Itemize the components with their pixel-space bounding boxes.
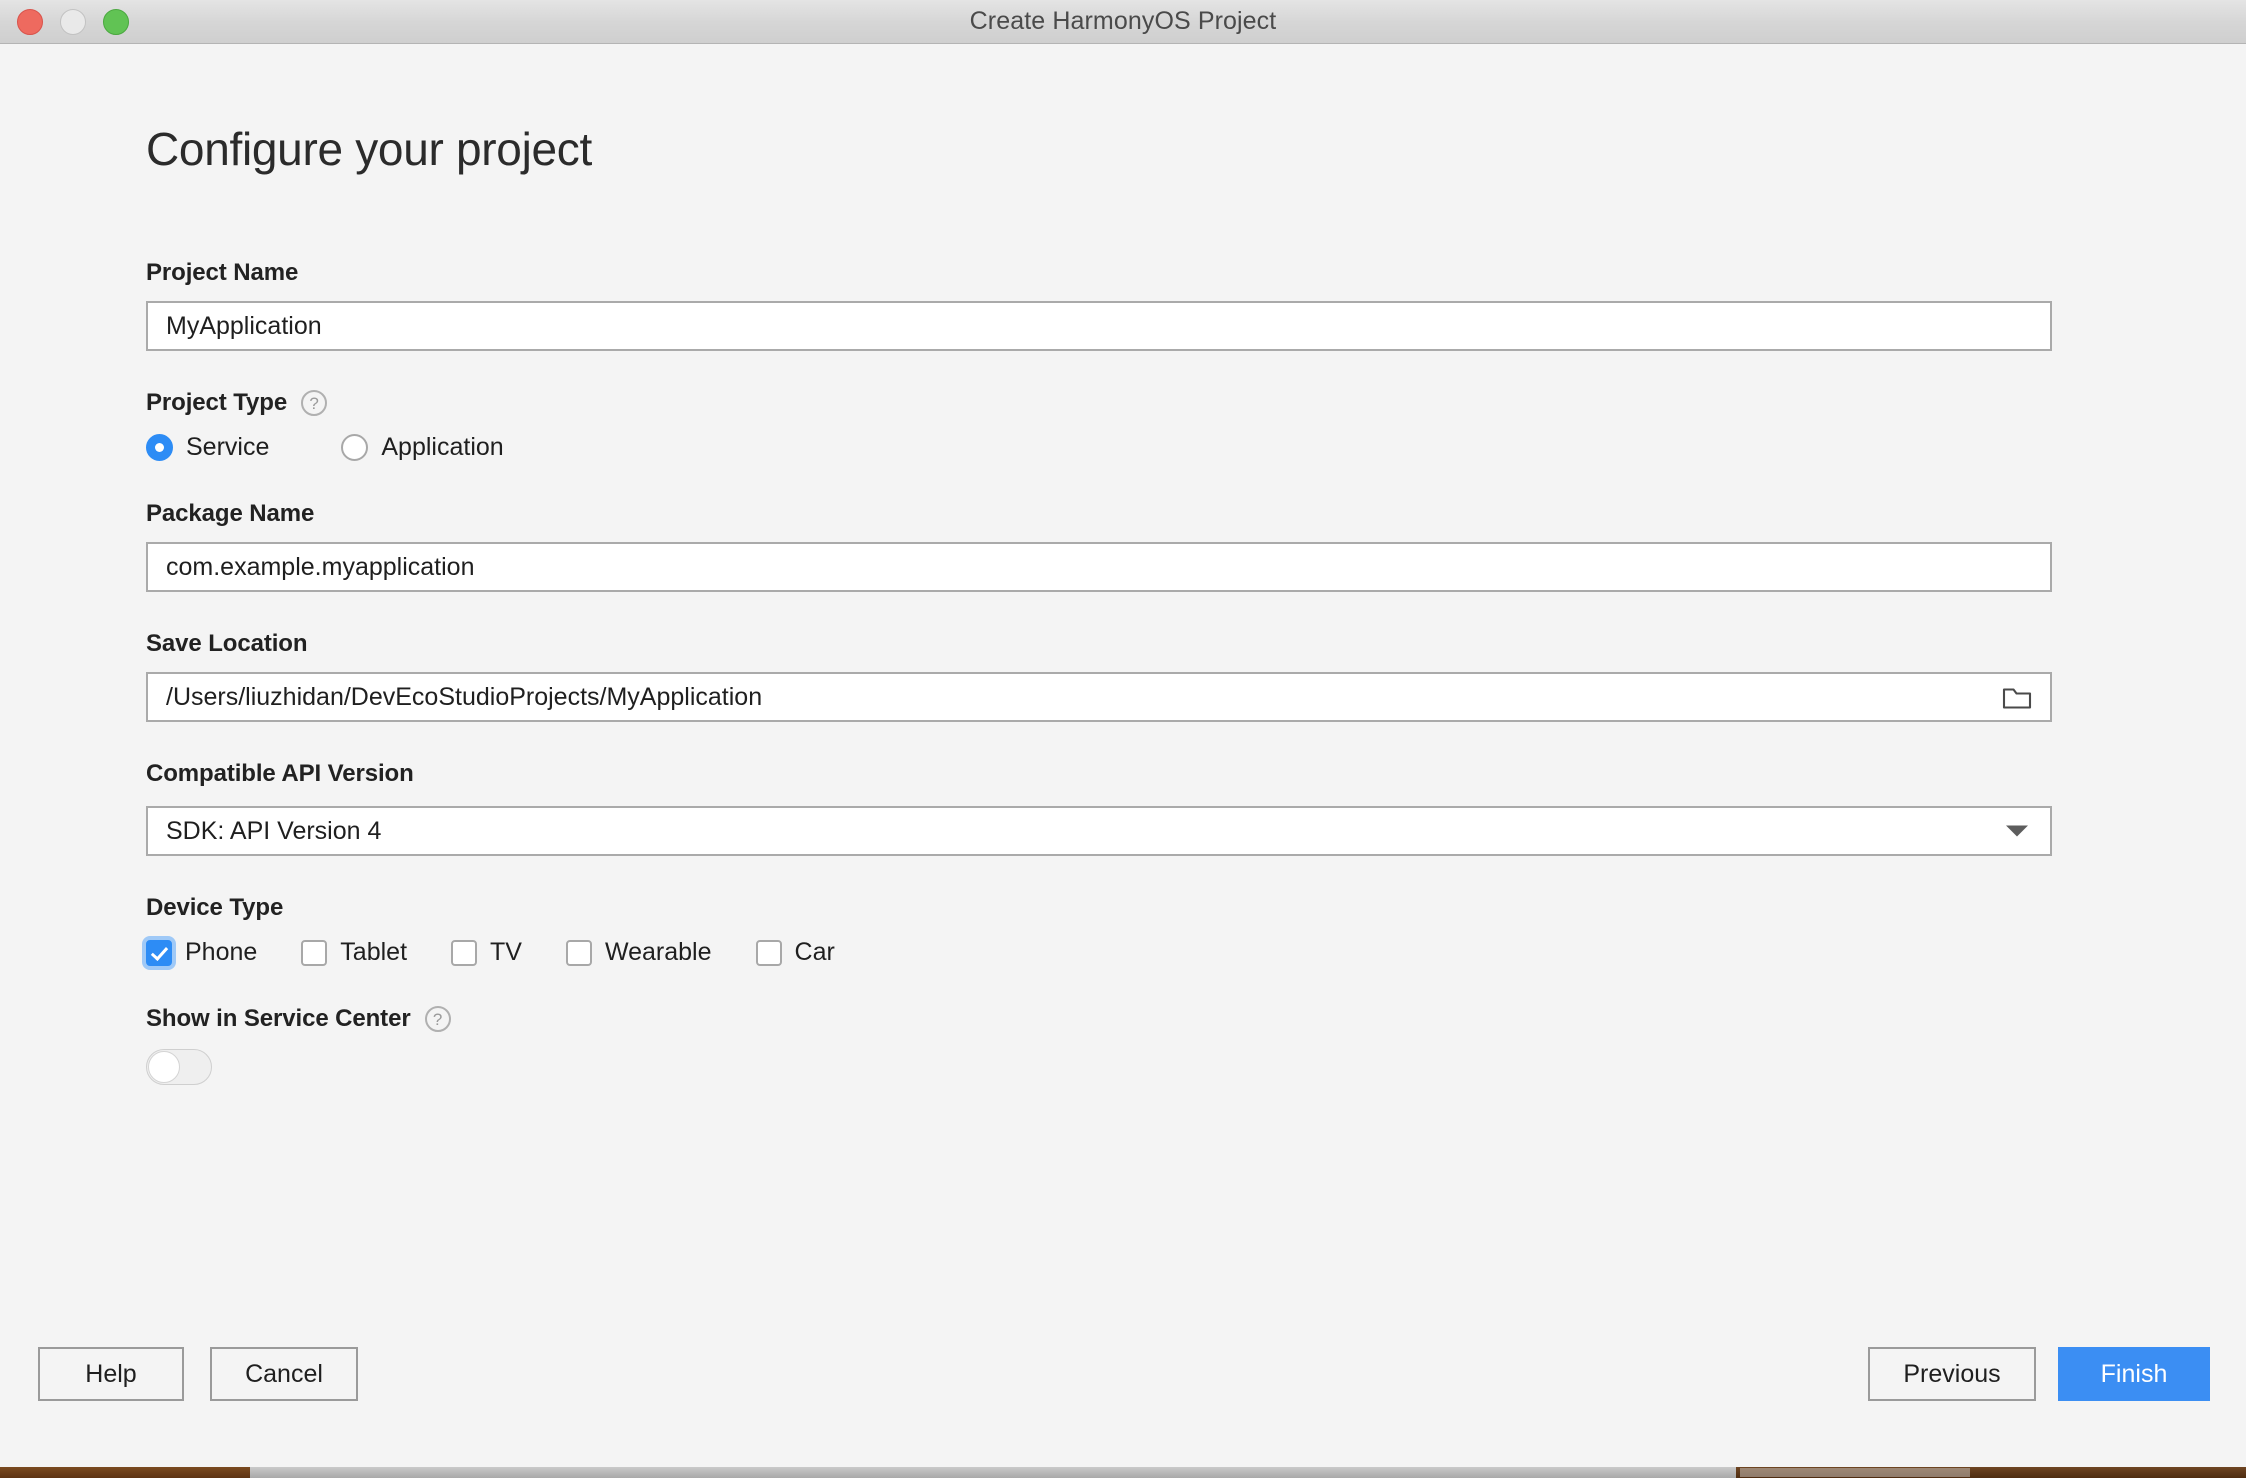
save-location-label-text: Save Location bbox=[146, 630, 308, 657]
desktop-wallpaper-left bbox=[0, 1467, 250, 1478]
save-location-group: Save Location /Users/liuzhidan/DevEcoStu… bbox=[146, 630, 2052, 722]
checkbox-option-phone[interactable]: Phone bbox=[146, 938, 257, 967]
checkbox-option-car[interactable]: Car bbox=[755, 938, 835, 967]
project-config-form: Project Name MyApplication Project Type … bbox=[146, 259, 2052, 1123]
package-name-input[interactable]: com.example.myapplication bbox=[146, 542, 2052, 592]
radio-application-icon[interactable] bbox=[341, 434, 369, 461]
project-type-help-icon[interactable]: ? bbox=[301, 390, 328, 416]
device-type-label: Device Type bbox=[146, 894, 2052, 922]
checkbox-phone-label: Phone bbox=[185, 938, 258, 966]
checkbox-wearable-icon[interactable] bbox=[565, 939, 592, 966]
project-type-group: Project Type ? Service Application bbox=[146, 389, 2052, 462]
finish-button[interactable]: Finish bbox=[2058, 1347, 2210, 1401]
dialog-content: Configure your project Project Name MyAp… bbox=[0, 44, 2246, 1428]
checkbox-option-tablet[interactable]: Tablet bbox=[301, 938, 407, 967]
package-name-label-text: Package Name bbox=[146, 500, 315, 527]
project-name-label: Project Name bbox=[146, 259, 2052, 287]
checkbox-wearable-label: Wearable bbox=[604, 938, 712, 966]
project-type-label: Project Type ? bbox=[146, 389, 2052, 417]
traffic-lights bbox=[17, 8, 129, 35]
desktop-background-strip bbox=[0, 1467, 2246, 1478]
radio-service-label: Service bbox=[186, 433, 270, 461]
api-version-value: SDK: API Version 4 bbox=[166, 816, 382, 845]
device-type-group: Device Type Phone Tablet TV Wearable Car bbox=[146, 894, 2052, 967]
save-location-value: /Users/liuzhidan/DevEcoStudioProjects/My… bbox=[166, 682, 763, 711]
save-location-label: Save Location bbox=[146, 630, 2052, 658]
project-name-value: MyApplication bbox=[166, 311, 322, 340]
minimize-window-button[interactable] bbox=[60, 8, 86, 35]
titlebar: Create HarmonyOS Project bbox=[0, 0, 2246, 44]
window-title: Create HarmonyOS Project bbox=[969, 7, 1277, 35]
checkbox-car-icon[interactable] bbox=[755, 939, 782, 966]
checkbox-tablet-label: Tablet bbox=[340, 938, 408, 966]
help-button[interactable]: Help bbox=[38, 1347, 184, 1401]
api-version-label-text: Compatible API Version bbox=[146, 760, 414, 787]
checkbox-tv-label: TV bbox=[490, 938, 522, 966]
package-name-group: Package Name com.example.myapplication bbox=[146, 500, 2052, 592]
maximize-window-button[interactable] bbox=[103, 8, 129, 35]
chevron-down-icon[interactable] bbox=[2006, 825, 2028, 837]
folder-icon[interactable] bbox=[2002, 684, 2032, 710]
service-center-label-text: Show in Service Center bbox=[146, 1005, 411, 1032]
api-version-select[interactable]: SDK: API Version 4 bbox=[146, 806, 2052, 856]
service-center-help-icon[interactable]: ? bbox=[424, 1006, 451, 1032]
radio-application-label: Application bbox=[381, 433, 504, 461]
background-window-edge bbox=[250, 1467, 1736, 1478]
service-center-label: Show in Service Center ? bbox=[146, 1005, 2052, 1033]
service-center-toggle[interactable] bbox=[146, 1049, 212, 1085]
page-title: Configure your project bbox=[146, 123, 592, 175]
checkbox-tv-icon[interactable] bbox=[451, 939, 478, 966]
project-name-group: Project Name MyApplication bbox=[146, 259, 2052, 351]
device-type-label-text: Device Type bbox=[146, 894, 284, 921]
cancel-button[interactable]: Cancel bbox=[210, 1347, 358, 1401]
dialog-footer: Help Cancel Previous Finish bbox=[0, 1337, 2246, 1417]
close-window-button[interactable] bbox=[17, 8, 43, 35]
service-center-group: Show in Service Center ? bbox=[146, 1005, 2052, 1085]
toggle-knob bbox=[148, 1051, 180, 1083]
checkbox-car-label: Car bbox=[794, 938, 835, 966]
package-name-value: com.example.myapplication bbox=[166, 552, 475, 581]
api-version-group: Compatible API Version SDK: API Version … bbox=[146, 760, 2052, 856]
project-type-label-text: Project Type bbox=[146, 389, 288, 416]
radio-option-application[interactable]: Application bbox=[341, 433, 504, 462]
create-harmonyos-project-dialog: Create HarmonyOS Project Configure your … bbox=[0, 0, 2246, 1478]
radio-option-service[interactable]: Service bbox=[146, 433, 269, 462]
checkbox-option-wearable[interactable]: Wearable bbox=[565, 938, 712, 967]
radio-service-icon[interactable] bbox=[146, 434, 173, 461]
previous-button[interactable]: Previous bbox=[1868, 1347, 2036, 1401]
api-version-label: Compatible API Version bbox=[146, 760, 2052, 788]
checkbox-tablet-icon[interactable] bbox=[301, 939, 328, 966]
checkbox-phone-icon[interactable] bbox=[146, 939, 172, 966]
package-name-label: Package Name bbox=[146, 500, 2052, 528]
project-name-label-text: Project Name bbox=[146, 259, 299, 286]
device-type-checkbox-group: Phone Tablet TV Wearable Car bbox=[146, 938, 2052, 967]
dock-strip bbox=[1740, 1468, 1970, 1477]
save-location-input[interactable]: /Users/liuzhidan/DevEcoStudioProjects/My… bbox=[146, 672, 2052, 722]
project-type-radio-group: Service Application bbox=[146, 433, 2052, 462]
project-name-input[interactable]: MyApplication bbox=[146, 301, 2052, 351]
checkbox-option-tv[interactable]: TV bbox=[451, 938, 522, 967]
